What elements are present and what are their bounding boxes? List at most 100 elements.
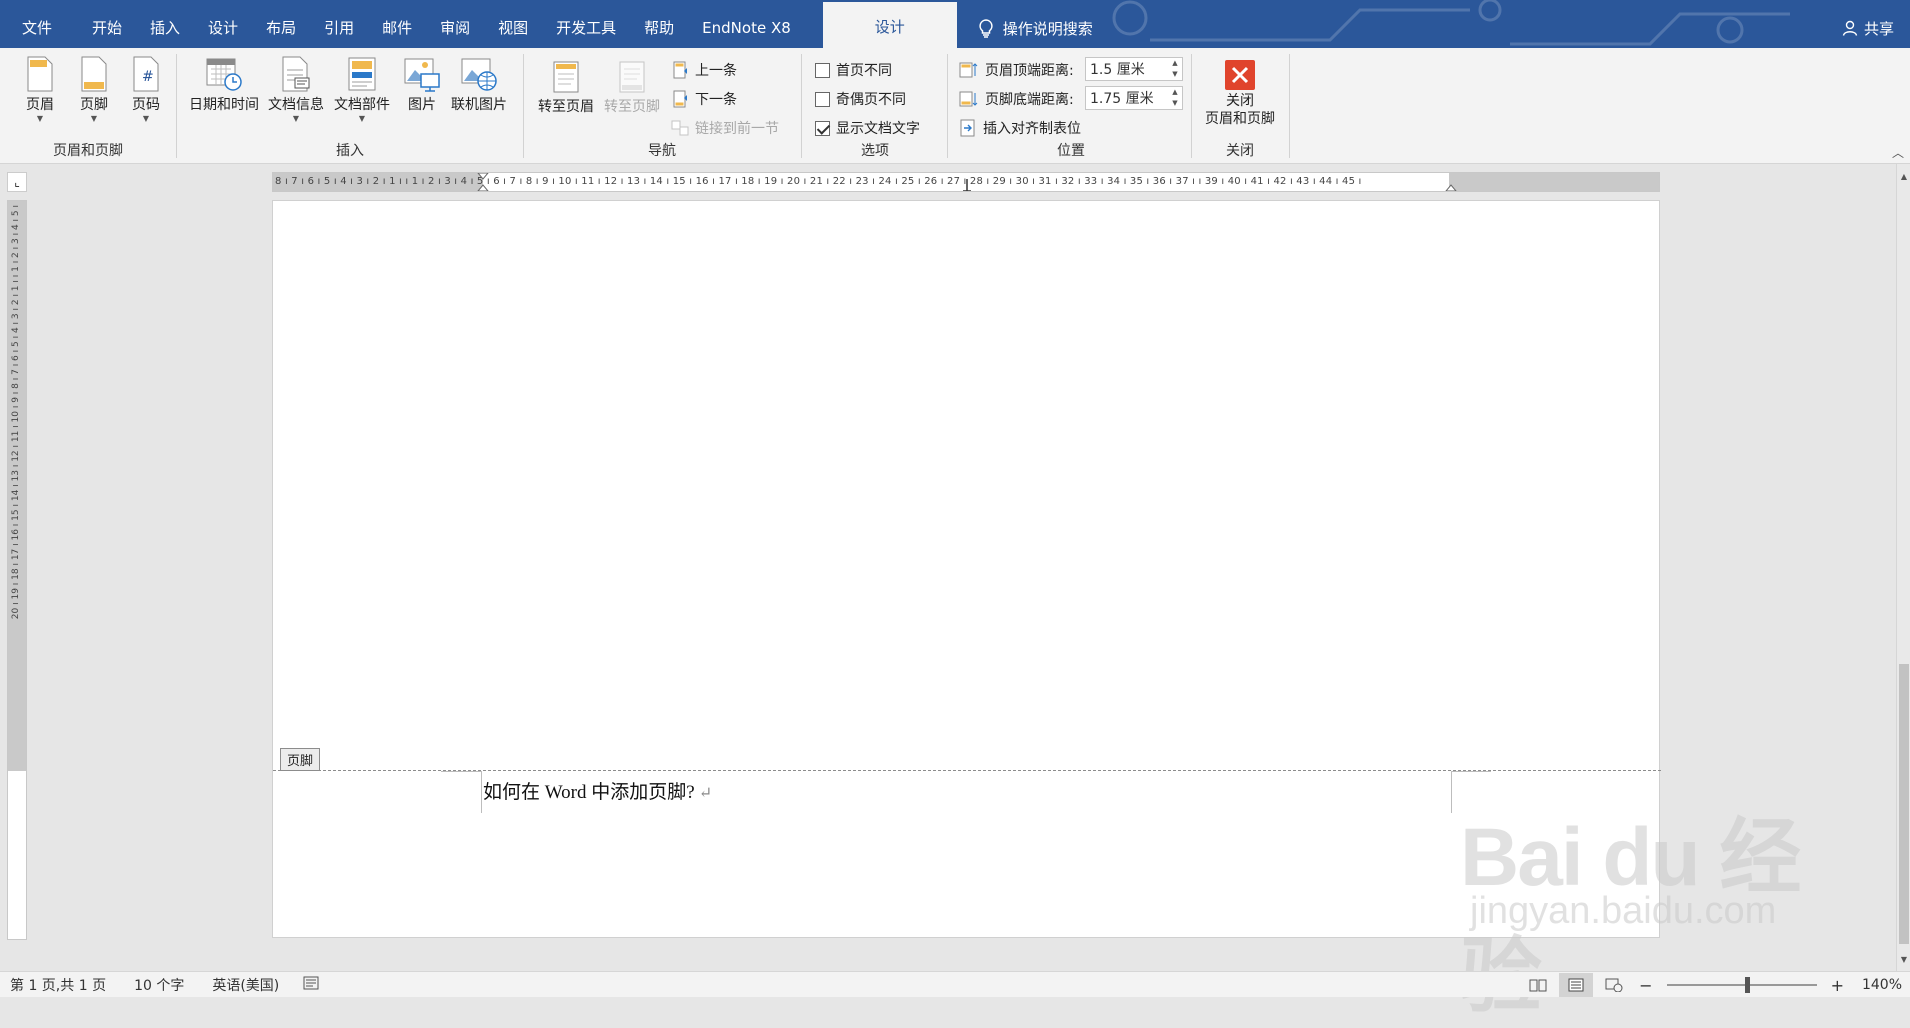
close-icon xyxy=(1225,60,1255,90)
tab-layout[interactable]: 布局 xyxy=(252,0,310,48)
text-area-corner-mark xyxy=(441,771,481,772)
page-number-button[interactable]: # 页码 ▼ xyxy=(124,56,168,124)
footer-bottom-distance-label: 页脚底端距离: xyxy=(985,92,1074,108)
header-distance-icon xyxy=(959,62,978,78)
zoom-out-button[interactable]: − xyxy=(1635,976,1656,995)
tab-marker-icon[interactable] xyxy=(962,173,972,191)
right-indent-marker-icon[interactable] xyxy=(1445,173,1457,191)
document-info-button[interactable]: 文档信息 ▼ xyxy=(266,56,326,124)
link-to-previous-button[interactable]: 链接到前一节 xyxy=(671,116,779,140)
group-divider xyxy=(947,54,948,158)
horizontal-ruler[interactable]: 8 ı 7 ı 6 ı 5 ı 4 ı 3 ı 2 ı 1 ı ı 1 ı 2 … xyxy=(272,172,1660,192)
show-document-text-checkbox[interactable]: 显示文档文字 xyxy=(815,116,920,140)
goto-header-button[interactable]: 转至页眉 xyxy=(533,60,599,116)
vertical-ruler[interactable]: 20 ı 19 ı 18 ı 17 ı 16 ı 15 ı 14 ı 13 ı … xyxy=(7,200,27,940)
group-options: 首页不同 奇偶页不同 显示文档文字 选项 xyxy=(805,52,945,162)
online-picture-button[interactable]: 联机图片 xyxy=(446,56,512,114)
quick-parts-button[interactable]: 文档部件 ▼ xyxy=(330,56,394,124)
tab-endnote[interactable]: EndNote X8 xyxy=(688,0,805,48)
horizontal-ruler-ticks: 8 ı 7 ı 6 ı 5 ı 4 ı 3 ı 2 ı 1 ı ı 1 ı 2 … xyxy=(275,176,1362,187)
previous-section-button[interactable]: 上一条 xyxy=(671,58,737,82)
dropdown-caret-icon: ▼ xyxy=(358,114,366,123)
tell-me-search[interactable]: 操作说明搜索 xyxy=(957,0,1093,48)
tab-insert[interactable]: 插入 xyxy=(136,0,194,48)
tab-file[interactable]: 文件 xyxy=(0,0,66,48)
macro-record-icon[interactable] xyxy=(293,976,329,994)
footer-bottom-distance-spinner[interactable]: 1.75 厘米 ▲ ▼ xyxy=(1085,86,1183,110)
group-label: 页眉和页脚 xyxy=(53,143,123,159)
goto-footer-label: 转至页脚 xyxy=(604,99,660,115)
tab-header-footer-design[interactable]: 设计 xyxy=(822,2,957,48)
collapse-ribbon-icon[interactable]: ︿ xyxy=(1892,144,1904,161)
scroll-down-icon[interactable]: ▼ xyxy=(1897,953,1910,967)
vertical-ruler-ticks: 20 ı 19 ı 18 ı 17 ı 16 ı 15 ı 14 ı 13 ı … xyxy=(11,205,21,620)
header-top-distance-spinner[interactable]: 1.5 厘米 ▲ ▼ xyxy=(1085,57,1183,81)
zoom-level[interactable]: 140% xyxy=(1852,977,1910,993)
document-page[interactable]: 页脚 如何在 Word 中添加页脚? ↵ xyxy=(272,200,1661,938)
tab-view[interactable]: 视图 xyxy=(484,0,542,48)
zoom-in-button[interactable]: + xyxy=(1827,976,1848,995)
goto-header-icon xyxy=(553,61,579,93)
group-navigation: 转至页眉 转至页脚 上一条 下一条 链接到前一节 导航 xyxy=(527,52,797,162)
header-label: 页眉 xyxy=(26,97,54,113)
print-layout-icon[interactable] xyxy=(1559,973,1594,997)
tab-references[interactable]: 引用 xyxy=(310,0,368,48)
picture-icon xyxy=(404,58,440,92)
zoom-slider[interactable] xyxy=(1666,977,1817,993)
tab-developer[interactable]: 开发工具 xyxy=(542,0,630,48)
date-time-button[interactable]: 日期和时间 xyxy=(186,56,262,114)
zoom-slider-thumb[interactable] xyxy=(1744,977,1750,993)
different-odd-even-checkbox[interactable]: 奇偶页不同 xyxy=(815,87,906,111)
document-info-label: 文档信息 xyxy=(268,97,324,113)
footer-button[interactable]: 页脚 ▼ xyxy=(72,56,116,124)
previous-icon xyxy=(673,61,687,79)
page-number-icon: # xyxy=(133,56,159,92)
goto-footer-button[interactable]: 转至页脚 xyxy=(599,60,665,116)
scrollbar-thumb[interactable] xyxy=(1899,664,1909,944)
picture-label: 图片 xyxy=(408,97,436,113)
tab-stop-selector[interactable]: ⌞ xyxy=(7,172,27,192)
group-close: 关闭 页眉和页脚 关闭 xyxy=(1195,52,1285,162)
header-button[interactable]: 页眉 ▼ xyxy=(18,56,62,124)
footer-tag: 页脚 xyxy=(280,748,321,771)
lightbulb-icon xyxy=(979,19,993,38)
next-section-button[interactable]: 下一条 xyxy=(671,87,737,111)
tab-help[interactable]: 帮助 xyxy=(630,0,688,48)
scroll-up-icon[interactable]: ▲ xyxy=(1897,170,1910,184)
tab-design[interactable]: 设计 xyxy=(194,0,252,48)
online-picture-icon xyxy=(461,58,497,91)
spinner-arrows-icon[interactable]: ▲ ▼ xyxy=(1168,87,1182,109)
language-indicator[interactable]: 英语(美国) xyxy=(202,975,289,995)
insert-alignment-tab-button[interactable]: 插入对齐制表位 xyxy=(959,116,1081,140)
text-boundary-right xyxy=(1451,771,1452,813)
word-count[interactable]: 10 个字 xyxy=(124,975,194,995)
spinner-arrows-icon[interactable]: ▲ ▼ xyxy=(1168,58,1182,80)
ribbon: 页眉 ▼ 页脚 ▼ # 页码 ▼ 页眉和页脚 日期和时间 文档信息 ▼ 文档部件… xyxy=(0,48,1910,164)
different-first-page-label: 首页不同 xyxy=(836,63,892,79)
share-button[interactable]: 共享 xyxy=(1842,0,1894,48)
tab-home[interactable]: 开始 xyxy=(78,0,136,48)
different-first-page-checkbox[interactable]: 首页不同 xyxy=(815,58,892,82)
link-to-previous-label: 链接到前一节 xyxy=(695,121,779,137)
indent-marker-icon[interactable] xyxy=(477,173,489,191)
picture-button[interactable]: 图片 xyxy=(400,56,444,114)
group-label: 位置 xyxy=(1057,143,1085,159)
svg-text:#: # xyxy=(142,69,154,85)
dropdown-caret-icon: ▼ xyxy=(292,114,300,123)
tell-me-label: 操作说明搜索 xyxy=(1002,19,1093,38)
tab-review[interactable]: 审阅 xyxy=(426,0,484,48)
checkbox-box xyxy=(815,120,830,136)
person-icon xyxy=(1842,20,1858,36)
page-count[interactable]: 第 1 页,共 1 页 xyxy=(0,975,116,995)
group-divider xyxy=(1191,54,1192,158)
view-and-zoom-controls: − + 140% xyxy=(1521,972,1910,998)
vertical-scrollbar[interactable]: ▲ ▼ xyxy=(1896,164,1910,971)
goto-header-label: 转至页眉 xyxy=(538,99,594,115)
web-layout-icon[interactable] xyxy=(1597,973,1631,997)
read-mode-icon[interactable] xyxy=(1521,973,1555,997)
close-header-footer-button[interactable]: 关闭 页眉和页脚 xyxy=(1195,60,1285,128)
footer-text[interactable]: 如何在 Word 中添加页脚? ↵ xyxy=(483,777,712,804)
tab-mailings[interactable]: 邮件 xyxy=(368,0,426,48)
group-divider xyxy=(176,54,177,158)
page-number-label: 页码 xyxy=(132,97,160,113)
